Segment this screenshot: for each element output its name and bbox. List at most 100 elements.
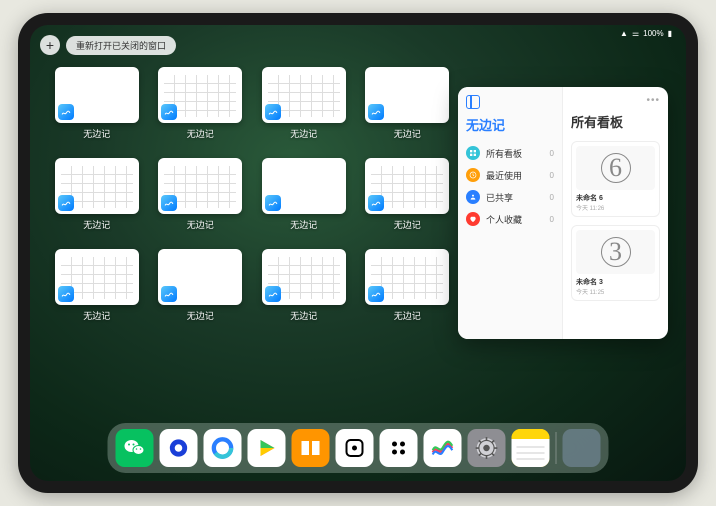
window-label: 无边记 — [394, 309, 421, 322]
window-thumbnail — [365, 67, 449, 123]
dock-separator — [556, 432, 557, 464]
sketch-glyph: 3 — [601, 237, 631, 267]
board-card[interactable]: 3 未命名 3今天 11:25 — [571, 225, 660, 301]
window-label: 无边记 — [290, 218, 317, 231]
freeform-app-icon — [368, 104, 384, 120]
board-meta: 今天 11:26 — [576, 203, 655, 212]
freeform-app-icon — [161, 195, 177, 211]
window-tile[interactable]: 无边记 — [156, 249, 246, 322]
window-thumbnail — [365, 249, 449, 305]
window-label: 无边记 — [83, 127, 110, 140]
screen: ▲ ⚌ 100% ▮ + 重新打开已关闭的窗口 无边记无边记无边记无边记无边记无… — [30, 25, 686, 481]
battery-icon: ▮ — [668, 29, 672, 38]
freeform-app-icon — [265, 104, 281, 120]
window-thumbnail — [158, 158, 242, 214]
board-meta: 今天 11:25 — [576, 287, 655, 296]
board-thumbnail: 3 — [576, 230, 655, 274]
window-tile[interactable]: 无边记 — [363, 158, 453, 231]
expose-grid: 无边记无边记无边记无边记无边记无边记无边记无边记无边记无边记无边记无边记 — [52, 67, 452, 322]
reopen-window-button[interactable]: 重新打开已关闭的窗口 — [66, 36, 176, 55]
window-tile[interactable]: 无边记 — [156, 158, 246, 231]
window-tile[interactable]: 无边记 — [52, 249, 142, 322]
stage-window[interactable]: 无边记 所有看板0最近使用0已共享0个人收藏0 ••• 所有看板 6未命名 6今… — [458, 87, 668, 339]
window-tile[interactable]: 无边记 — [52, 158, 142, 231]
window-label: 无边记 — [394, 218, 421, 231]
window-tile[interactable]: 无边记 — [156, 67, 246, 140]
freeform-app-icon — [161, 104, 177, 120]
top-controls: + 重新打开已关闭的窗口 — [40, 35, 176, 55]
freeform-app-icon — [368, 286, 384, 302]
dock-app-browser1[interactable] — [160, 429, 198, 467]
window-label: 无边记 — [394, 127, 421, 140]
dock-app-play[interactable] — [248, 429, 286, 467]
window-tile[interactable]: 无边记 — [52, 67, 142, 140]
plus-icon: + — [46, 37, 54, 53]
window-tile[interactable]: 无边记 — [259, 249, 349, 322]
freeform-app-icon — [368, 195, 384, 211]
dock-app-wechat[interactable] — [116, 429, 154, 467]
signal-icon: ▲ — [620, 29, 628, 38]
sidebar-item-label: 个人收藏 — [486, 213, 544, 226]
dock-app-notes[interactable] — [512, 429, 550, 467]
board-name: 未命名 3 — [576, 277, 655, 287]
sidebar-item-heart[interactable]: 个人收藏 0 — [466, 208, 554, 230]
sidebar-item-count: 0 — [550, 193, 554, 202]
window-tile[interactable]: 无边记 — [259, 158, 349, 231]
wifi-icon: ⚌ — [632, 29, 639, 38]
freeform-app-icon — [58, 104, 74, 120]
freeform-app-icon — [58, 286, 74, 302]
sidebar-item-share[interactable]: 已共享 0 — [466, 186, 554, 208]
board-thumbnail: 6 — [576, 146, 655, 190]
dock-app-dots[interactable] — [380, 429, 418, 467]
dock-app-browser2[interactable] — [204, 429, 242, 467]
sidebar-item-count: 0 — [550, 215, 554, 224]
status-bar: ▲ ⚌ 100% ▮ — [620, 29, 672, 38]
share-icon — [466, 190, 480, 204]
window-label: 无边记 — [83, 309, 110, 322]
sidebar-item-clock[interactable]: 最近使用 0 — [466, 164, 554, 186]
add-button[interactable]: + — [40, 35, 60, 55]
dock-app-freeform[interactable] — [424, 429, 462, 467]
window-thumbnail — [55, 158, 139, 214]
sidebar-panel: 无边记 所有看板0最近使用0已共享0个人收藏0 — [458, 87, 563, 339]
window-label: 无边记 — [290, 309, 317, 322]
window-thumbnail — [158, 249, 242, 305]
board-card[interactable]: 6 未命名 6今天 11:26 — [571, 141, 660, 217]
sidebar-item-grid[interactable]: 所有看板 0 — [466, 142, 554, 164]
sidebar-item-label: 已共享 — [486, 191, 544, 204]
window-label: 无边记 — [187, 309, 214, 322]
battery-label: 100% — [643, 29, 663, 38]
window-tile[interactable]: 无边记 — [363, 249, 453, 322]
ipad-frame: ▲ ⚌ 100% ▮ + 重新打开已关闭的窗口 无边记无边记无边记无边记无边记无… — [18, 13, 698, 493]
freeform-app-icon — [265, 286, 281, 302]
window-label: 无边记 — [290, 127, 317, 140]
sidebar-item-label: 所有看板 — [486, 147, 544, 160]
window-tile[interactable]: 无边记 — [363, 67, 453, 140]
heart-icon — [466, 212, 480, 226]
window-thumbnail — [158, 67, 242, 123]
window-thumbnail — [262, 249, 346, 305]
window-thumbnail — [262, 158, 346, 214]
window-tile[interactable]: 无边记 — [259, 67, 349, 140]
window-label: 无边记 — [187, 218, 214, 231]
window-thumbnail — [55, 67, 139, 123]
sketch-glyph: 6 — [601, 153, 631, 183]
freeform-app-icon — [265, 195, 281, 211]
sidebar-item-count: 0 — [550, 149, 554, 158]
window-thumbnail — [262, 67, 346, 123]
more-icon[interactable]: ••• — [646, 95, 660, 106]
sidebar-item-count: 0 — [550, 171, 554, 180]
sidebar-item-label: 最近使用 — [486, 169, 544, 182]
dock-app-books[interactable] — [292, 429, 330, 467]
board-name: 未命名 6 — [576, 193, 655, 203]
dock-app-dice[interactable] — [336, 429, 374, 467]
grid-icon — [466, 146, 480, 160]
window-label: 无边记 — [187, 127, 214, 140]
freeform-app-icon — [161, 286, 177, 302]
dock-folder[interactable] — [563, 429, 601, 467]
boards-title: 所有看板 — [571, 112, 660, 131]
clock-icon — [466, 168, 480, 182]
window-thumbnail — [365, 158, 449, 214]
sidebar-toggle-icon[interactable] — [466, 95, 480, 109]
dock-app-settings[interactable] — [468, 429, 506, 467]
